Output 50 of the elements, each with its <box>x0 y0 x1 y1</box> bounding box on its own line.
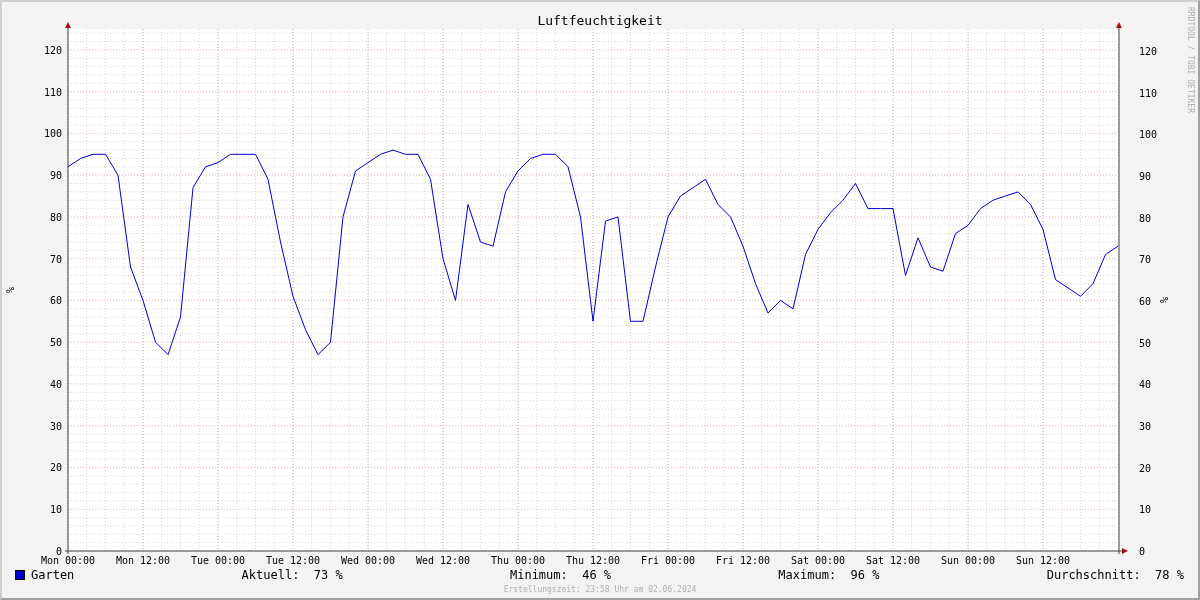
chart-title: Luftfeuchtigkeit <box>537 13 663 28</box>
y-tick-label: 50 <box>1139 337 1152 349</box>
x-tick-label: Tue 12:00 <box>265 555 321 566</box>
x-tick-label: Fri 12:00 <box>715 555 771 566</box>
x-tick-label: Wed 00:00 <box>340 555 396 566</box>
y-tick-label: 80 <box>49 211 62 223</box>
y-tick-label: 10 <box>49 504 62 516</box>
y-tick-label: 80 <box>1139 212 1152 224</box>
x-tick-label: Sun 00:00 <box>940 555 996 566</box>
x-tick-label: Fri 00:00 <box>640 555 696 566</box>
y-tick-label: 100 <box>1139 129 1158 141</box>
y-axis-label: % <box>5 287 16 293</box>
y-tick-label: 90 <box>1139 171 1152 182</box>
y-tick-label: 20 <box>1139 462 1152 474</box>
footer-timestamp: Erstellungszeit: 23:58 Uhr am 02.06.2024 <box>502 585 698 594</box>
y-tick-label: 60 <box>49 295 62 307</box>
x-tick-label: Sat 12:00 <box>865 555 921 566</box>
x-tick-label: Thu 12:00 <box>565 555 621 566</box>
x-tick-label: Sat 00:00 <box>790 555 846 566</box>
y-tick-label: 10 <box>1139 504 1152 516</box>
y-axis-label: % <box>1159 297 1170 303</box>
legend-stat: Durchschnitt: 78 % <box>1046 568 1184 582</box>
y-tick-label: 30 <box>1139 421 1152 432</box>
y-tick-label: 0 <box>55 546 62 557</box>
y-tick-label: 110 <box>43 86 62 98</box>
y-tick-label: 20 <box>49 462 62 474</box>
x-tick-label: Mon 12:00 <box>115 555 171 566</box>
y-tick-label: 120 <box>43 44 62 56</box>
x-tick-label: Thu 00:00 <box>490 555 546 566</box>
legend-stat: Aktuell: 73 % <box>241 568 343 582</box>
y-tick-label: 30 <box>49 420 62 432</box>
x-tick-label: Tue 00:00 <box>190 555 246 566</box>
y-tick-label: 70 <box>49 253 62 265</box>
y-tick-label: 120 <box>1139 46 1158 57</box>
legend-stat: Minimum: 46 % <box>509 568 612 582</box>
y-tick-label: 90 <box>49 170 62 182</box>
y-tick-label: 40 <box>1139 379 1152 391</box>
y-tick-label: 70 <box>1139 254 1152 266</box>
y-tick-label: 50 <box>49 337 62 349</box>
x-tick-label: Mon 00:00 <box>40 555 96 566</box>
y-tick-label: 110 <box>1139 87 1158 99</box>
credit-text: RRDTOOL / TOBI OETIKER <box>1186 7 1195 113</box>
legend-stat: Maximum: 96 % <box>778 568 880 582</box>
y-tick-label: 100 <box>43 128 62 140</box>
x-tick-label: Wed 12:00 <box>415 555 471 566</box>
y-tick-label: 40 <box>49 378 62 390</box>
y-tick-label: 0 <box>1139 546 1146 557</box>
y-tick-label: 60 <box>1139 296 1152 307</box>
legend-label: Garten <box>31 568 75 582</box>
x-tick-label: Sun 12:00 <box>1015 555 1071 566</box>
